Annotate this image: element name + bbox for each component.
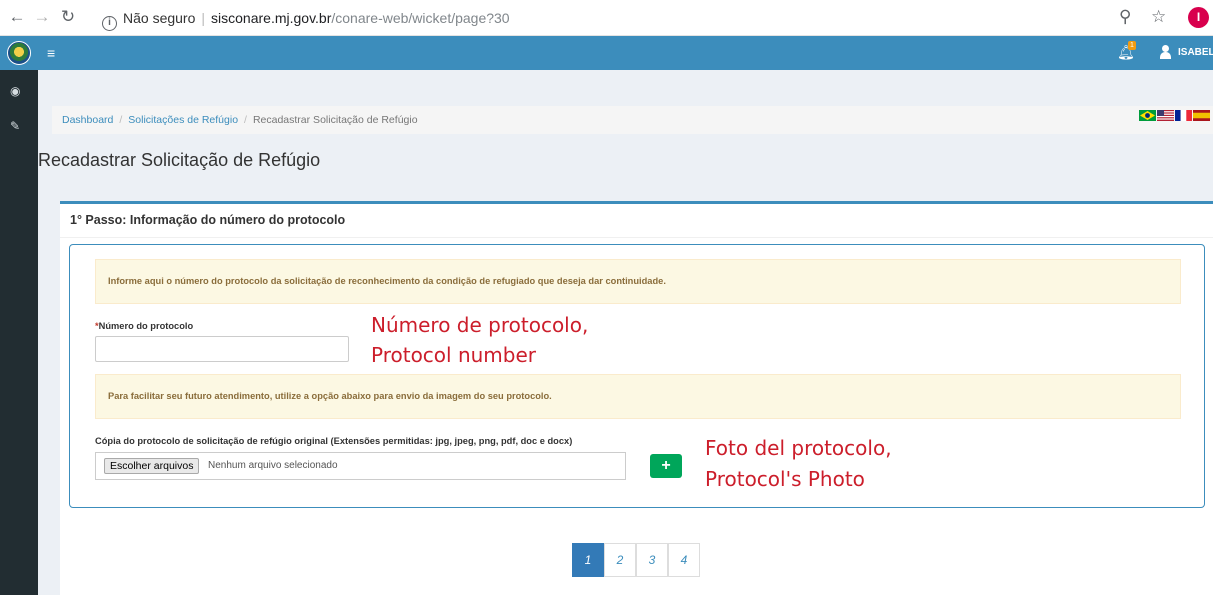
page-3-button[interactable]: 3 bbox=[636, 543, 668, 577]
annotation-protocol-number-line-1: Número de protocolo, bbox=[371, 313, 589, 337]
page-2-button[interactable]: 2 bbox=[604, 543, 636, 577]
add-file-button[interactable]: + bbox=[650, 454, 682, 478]
protocol-number-label: *Número do protocolo bbox=[95, 321, 194, 331]
arrow-right-icon[interactable]: → bbox=[31, 6, 53, 28]
annotation-protocol-number-line-2: Protocol number bbox=[371, 343, 537, 367]
page-title: Recadastrar Solicitação de Refúgio bbox=[38, 150, 321, 170]
zoom-icon[interactable]: ⚲ bbox=[1119, 6, 1131, 28]
bookmark-star-icon[interactable]: ☆ bbox=[1151, 6, 1166, 28]
address-bar[interactable]: i Não seguro | sisconare.mj.gov.br/conare-w… bbox=[102, 5, 1152, 31]
dashboard-icon[interactable]: ◉ bbox=[10, 84, 20, 98]
spain-flag-icon[interactable] bbox=[1193, 110, 1210, 121]
file-status-text: Nenhum arquivo selecionado bbox=[208, 460, 338, 471]
upload-info-alert: Para facilitar seu futuro atendimento, u… bbox=[95, 374, 1181, 419]
reload-icon[interactable]: ↻ bbox=[57, 6, 79, 28]
breadcrumb-dashboard[interactable]: Dashboard bbox=[62, 114, 113, 126]
breadcrumb: Dashboard / Solicitações de Refúgio / Recada… bbox=[52, 106, 1213, 134]
profile-avatar[interactable]: I bbox=[1188, 7, 1209, 28]
choose-files-button[interactable]: Escolher arquivos bbox=[104, 458, 200, 474]
protocol-info-alert: Informe aqui o número do protocolo da so… bbox=[95, 259, 1181, 304]
breadcrumb-solicitacoes[interactable]: Solicitações de Refúgio bbox=[128, 114, 238, 126]
page-4-button[interactable]: 4 bbox=[668, 543, 700, 577]
notification-badge: 1 bbox=[1128, 41, 1136, 50]
step-panel: 1° Passo: Informação do número do protoc… bbox=[60, 201, 1213, 595]
protocol-copy-label: Cópia do protocolo de solicitação de ref… bbox=[95, 436, 573, 446]
france-flag-icon[interactable] bbox=[1175, 110, 1192, 121]
step-heading: 1° Passo: Informação do número do protoc… bbox=[70, 213, 346, 227]
language-flags bbox=[1139, 110, 1211, 124]
sidebar: ◉ ✎ bbox=[0, 70, 38, 595]
url-host: sisconare.mj.gov.br bbox=[211, 10, 332, 26]
security-label: Não seguro bbox=[123, 10, 196, 26]
info-icon[interactable]: i bbox=[102, 16, 117, 31]
user-name[interactable]: ISABEL bbox=[1178, 47, 1213, 58]
brazil-flag-icon[interactable] bbox=[1139, 110, 1156, 121]
hamburger-menu-icon[interactable]: ≡ bbox=[47, 44, 55, 62]
breadcrumb-current: Recadastrar Solicitação de Refúgio bbox=[252, 114, 418, 126]
annotation-photo-line-2: Protocol's Photo bbox=[705, 467, 865, 491]
main-content: Dashboard / Solicitações de Refúgio / Recada… bbox=[38, 70, 1213, 595]
arrow-left-icon[interactable]: ← bbox=[6, 6, 28, 28]
app-header: ≡ 🔔︎ 1 ISABEL bbox=[0, 36, 1213, 70]
url-path: /conare-web/wicket/page?30 bbox=[331, 10, 510, 26]
protocol-form-box: Informe aqui o número do protocolo da so… bbox=[69, 244, 1205, 508]
government-seal-logo[interactable] bbox=[7, 41, 31, 65]
edit-icon[interactable]: ✎ bbox=[10, 119, 20, 133]
usa-flag-icon[interactable] bbox=[1157, 110, 1174, 121]
page-1-button[interactable]: 1 bbox=[572, 543, 604, 577]
file-upload-field[interactable]: Escolher arquivos Nenhum arquivo selecio… bbox=[95, 452, 626, 480]
user-icon[interactable] bbox=[1160, 45, 1171, 59]
browser-toolbar: ← → ↻ i Não seguro | sisconare.mj.gov.br/co… bbox=[0, 0, 1213, 36]
protocol-number-input[interactable] bbox=[95, 336, 349, 362]
annotation-photo-line-1: Foto del protocolo, bbox=[705, 436, 892, 460]
